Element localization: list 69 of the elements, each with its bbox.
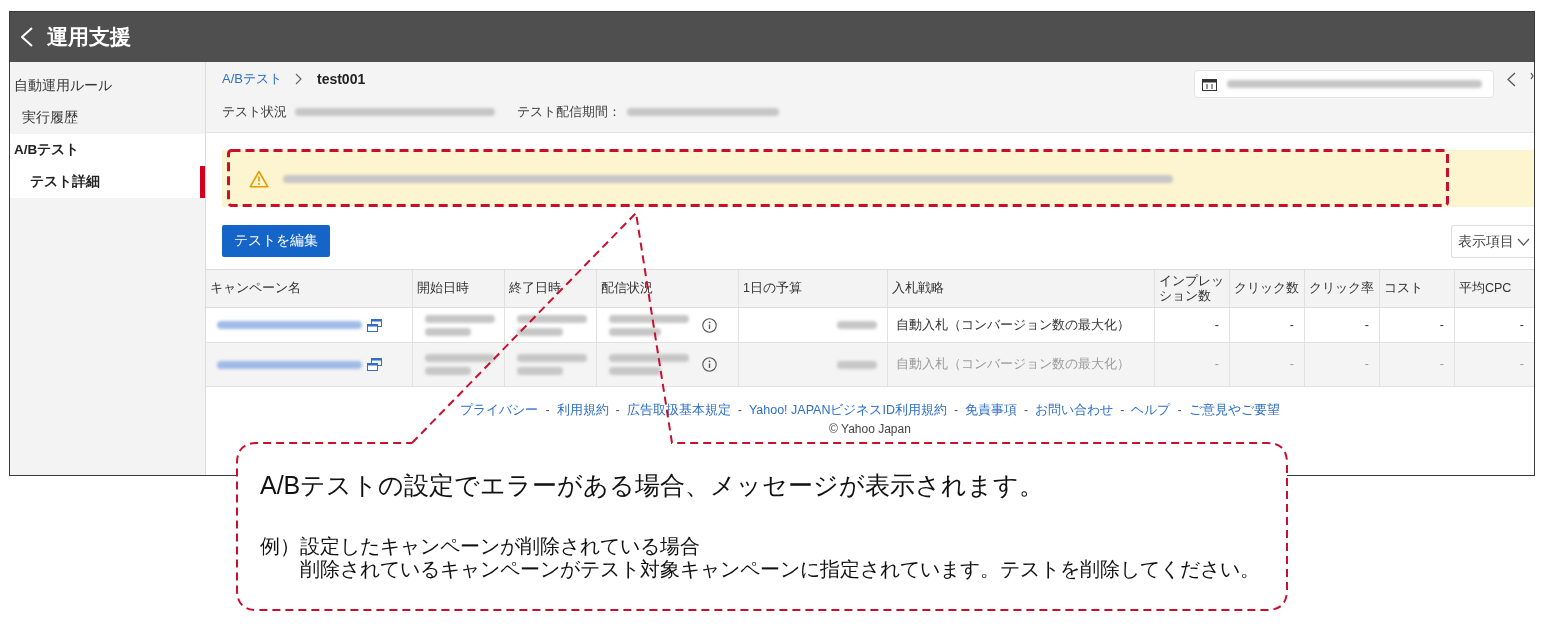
footer-link[interactable]: 広告取扱基本規定 <box>626 402 731 418</box>
column-header: クリック数 <box>1230 270 1305 307</box>
example-text: 設定したキャンペーンが削除されている場合 <box>300 535 701 558</box>
blurred-text <box>425 314 495 336</box>
link-separator: - <box>737 402 742 418</box>
sidebar-item[interactable]: テスト詳細 <box>10 166 205 198</box>
footer-link[interactable]: Yahoo! JAPANビジネスID利用規約 <box>748 402 947 418</box>
link-separator: - <box>545 402 550 418</box>
table-cell-text: - <box>1518 356 1525 374</box>
column-header: 1日の予算 <box>739 270 888 307</box>
footer-link[interactable]: 利用規約 <box>556 402 609 418</box>
warning-icon <box>249 169 269 188</box>
header-title: 運用支援 <box>47 24 131 51</box>
blurred-text <box>517 314 587 336</box>
table-cell: 自動入札（コンバージョン数の最大化） <box>888 308 1155 342</box>
callout-heading: A/Bテストの設定でエラーがある場合、メッセージが表示されます。 <box>260 470 1046 501</box>
chevron-left-icon[interactable] <box>1507 72 1516 87</box>
blurred-text <box>425 354 495 375</box>
period-label: テスト配信期間： <box>517 104 621 121</box>
footer-link[interactable]: ご意見やご要望 <box>1188 402 1280 418</box>
footer-link[interactable]: プライバシー <box>460 402 539 418</box>
edit-test-button[interactable]: テストを編集 <box>222 225 330 257</box>
overlapping-windows-icon[interactable] <box>367 318 382 332</box>
column-header: 配信状況 <box>597 270 739 307</box>
column-header: 開始日時 <box>413 270 505 307</box>
blurred-text <box>837 360 877 369</box>
chevron-right-icon <box>294 73 302 85</box>
footer-link[interactable]: お問い合わせ <box>1035 402 1114 418</box>
sidebar-item[interactable]: A/Bテスト <box>10 134 205 166</box>
table-cell: - <box>1380 343 1455 386</box>
table-cell: - <box>1305 308 1380 342</box>
table-cell: - <box>1230 308 1305 342</box>
footer-link[interactable]: ヘルプ <box>1131 402 1171 418</box>
column-header: 終了日時 <box>505 270 597 307</box>
chevron-down-icon <box>1517 237 1530 246</box>
status-label: テスト状況 <box>222 104 287 121</box>
blurred-text <box>517 354 587 375</box>
info-icon[interactable] <box>702 317 717 333</box>
link-separator: - <box>1120 402 1125 418</box>
link-separator: - <box>1024 402 1029 418</box>
link-separator: - <box>953 402 959 418</box>
link-separator: - <box>1177 402 1182 418</box>
columns-dropdown[interactable]: 表示項目 <box>1451 225 1534 258</box>
chevron-right-icon[interactable] <box>1530 72 1534 80</box>
column-header: キャンペーン名 <box>206 270 413 307</box>
copyright-text: © Yahoo Japan <box>829 421 911 437</box>
example-label: 例） <box>260 535 300 559</box>
column-header: クリック率 <box>1305 270 1380 307</box>
blurred-text <box>837 321 877 329</box>
column-header: 平均CPC <box>1458 280 1513 297</box>
sidebar-item[interactable]: 実行履歴 <box>10 102 205 134</box>
example-text: 削除されているキャンペーンがテスト対象キャンペーンに指定されています。テストを削除してください。 <box>300 558 1260 581</box>
footer-link[interactable]: 免責事項 <box>965 402 1018 418</box>
column-header: コスト <box>1380 270 1455 307</box>
calendar-icon[interactable] <box>1202 77 1217 91</box>
table-cell: 自動入札（コンバージョン数の最大化） <box>888 343 1155 386</box>
table-cell-text: - <box>1518 316 1525 334</box>
back-icon[interactable] <box>21 27 33 47</box>
table-cell: - <box>1230 343 1305 386</box>
table-cell: - <box>1155 308 1230 342</box>
breadcrumb-link[interactable]: A/Bテスト <box>222 69 282 89</box>
breadcrumb-current: test001 <box>316 69 366 89</box>
table-cell: - <box>1305 343 1380 386</box>
column-header: 入札戦略 <box>888 270 1155 307</box>
sidebar-item[interactable]: 自動運用ルール <box>10 70 205 102</box>
table-cell: - <box>1380 308 1455 342</box>
table-cell: - <box>1155 343 1230 386</box>
column-header: インプレッション数 <box>1155 270 1230 307</box>
link-separator: - <box>615 402 620 418</box>
